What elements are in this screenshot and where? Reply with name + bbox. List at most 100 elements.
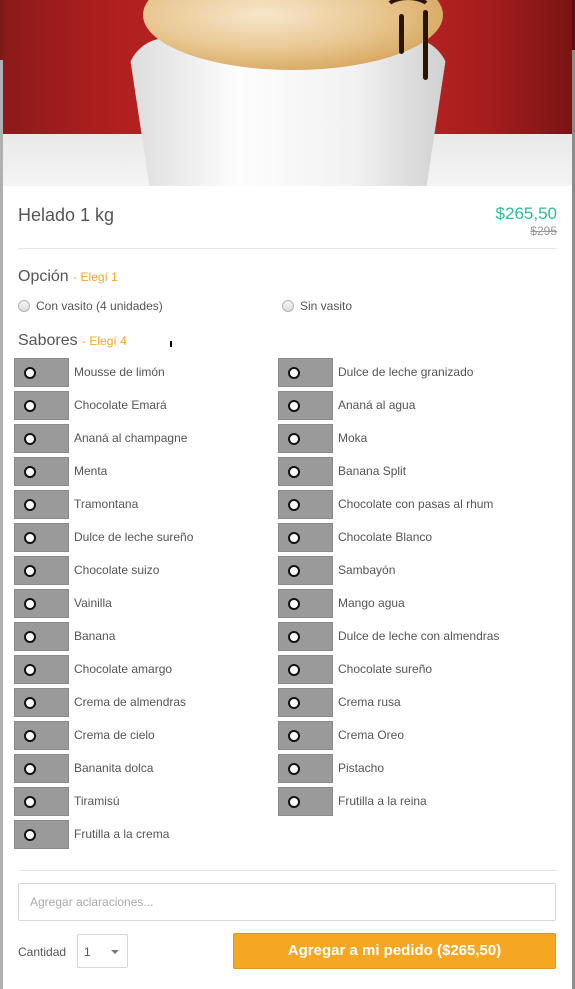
radio-icon xyxy=(288,697,300,709)
flavor-label: Mousse de limón xyxy=(74,365,165,379)
flavor-item[interactable]: Menta xyxy=(14,457,274,490)
flavor-item[interactable]: Dulce de leche con almendras xyxy=(278,622,538,655)
radio-icon xyxy=(24,400,36,412)
flavor-label: Crema de cielo xyxy=(74,728,155,742)
flavor-checkbox[interactable] xyxy=(278,721,333,750)
flavor-checkbox[interactable] xyxy=(14,820,69,849)
flavor-item[interactable]: Chocolate sureño xyxy=(278,655,538,688)
flavor-checkbox[interactable] xyxy=(14,655,69,684)
opcion-con-vasito[interactable]: Con vasito (4 unidades) xyxy=(18,298,282,314)
flavor-item[interactable]: Crema de almendras xyxy=(14,688,274,721)
flavor-item[interactable]: Chocolate Emará xyxy=(14,391,274,424)
radio-icon xyxy=(24,829,36,841)
flavor-item[interactable]: Chocolate suizo xyxy=(14,556,274,589)
radio-icon xyxy=(24,565,36,577)
radio-icon xyxy=(24,367,36,379)
flavor-label: Crema de almendras xyxy=(74,695,187,709)
flavor-item[interactable]: Ananá al champagne xyxy=(14,424,274,457)
flavor-label: Tramontana xyxy=(74,497,139,511)
flavor-item[interactable]: Chocolate con pasas al rhum xyxy=(278,490,538,523)
flavor-checkbox[interactable] xyxy=(14,358,69,387)
flavor-item[interactable]: Vainilla xyxy=(14,589,274,622)
flavor-item[interactable]: Tiramisú xyxy=(14,787,274,820)
flavor-item[interactable]: Mango agua xyxy=(278,589,538,622)
product-title: Helado 1 kg xyxy=(18,205,115,225)
flavor-checkbox[interactable] xyxy=(278,589,333,618)
flavor-item[interactable]: Ananá al agua xyxy=(278,391,538,424)
flavor-item[interactable]: Tramontana xyxy=(14,490,274,523)
flavor-label: Tiramisú xyxy=(74,794,120,808)
flavor-label: Frutilla a la reina xyxy=(338,794,427,808)
flavor-item[interactable]: Crema de cielo xyxy=(14,721,274,754)
radio-icon xyxy=(24,631,36,643)
flavor-item[interactable]: Dulce de leche sureño xyxy=(14,523,274,556)
flavor-label: Chocolate Blanco xyxy=(338,530,433,544)
flavor-label: Moka xyxy=(338,431,368,445)
radio-icon xyxy=(288,796,300,808)
radio-icon xyxy=(288,499,300,511)
flavor-item[interactable]: Chocolate Blanco xyxy=(278,523,538,556)
radio-icon xyxy=(24,433,36,445)
flavor-label: Frutilla a la crema xyxy=(74,827,170,841)
flavor-label: Banana xyxy=(74,629,116,643)
quantity-select[interactable]: 1 xyxy=(77,934,128,968)
flavor-checkbox[interactable] xyxy=(14,688,69,717)
flavor-item[interactable]: Dulce de leche granizado xyxy=(278,358,538,391)
opcion-title: Opción xyxy=(18,268,69,285)
flavor-checkbox[interactable] xyxy=(278,787,333,816)
flavor-checkbox[interactable] xyxy=(278,688,333,717)
flavor-item[interactable]: Mousse de limón xyxy=(14,358,274,391)
flavor-checkbox[interactable] xyxy=(278,655,333,684)
flavor-checkbox[interactable] xyxy=(14,556,69,585)
radio-icon xyxy=(24,532,36,544)
radio-icon xyxy=(24,664,36,676)
flavor-checkbox[interactable] xyxy=(278,358,333,387)
product-header: Helado 1 kg $265,50 $295 xyxy=(18,186,557,249)
flavor-checkbox[interactable] xyxy=(14,787,69,816)
radio-icon xyxy=(24,466,36,478)
flavor-checkbox[interactable] xyxy=(14,622,69,651)
radio-icon xyxy=(24,763,36,775)
flavor-label: Crema rusa xyxy=(338,695,401,709)
flavor-checkbox[interactable] xyxy=(14,490,69,519)
flavor-item[interactable]: Frutilla a la crema xyxy=(14,820,274,853)
flavor-item[interactable]: Crema rusa xyxy=(278,688,538,721)
flavor-item[interactable]: Chocolate amargo xyxy=(14,655,274,688)
flavor-item[interactable]: Bananita dolca xyxy=(14,754,274,787)
radio-icon[interactable] xyxy=(282,300,294,312)
flavor-checkbox[interactable] xyxy=(278,490,333,519)
flavor-item[interactable]: Sambayón xyxy=(278,556,538,589)
flavor-checkbox[interactable] xyxy=(278,457,333,486)
sabores-hint: - Elegí 4 xyxy=(82,334,127,348)
opcion-header: Opción - Elegí 1 xyxy=(18,268,557,288)
flavor-checkbox[interactable] xyxy=(278,754,333,783)
radio-icon xyxy=(24,730,36,742)
radio-icon xyxy=(288,730,300,742)
flavor-checkbox[interactable] xyxy=(278,556,333,585)
flavor-checkbox[interactable] xyxy=(278,424,333,453)
flavor-checkbox[interactable] xyxy=(14,523,69,552)
product-price: $265,50 xyxy=(495,204,557,223)
flavor-checkbox[interactable] xyxy=(14,424,69,453)
flavor-checkbox[interactable] xyxy=(14,754,69,783)
flavor-checkbox[interactable] xyxy=(14,589,69,618)
flavor-label: Mango agua xyxy=(338,596,405,610)
flavor-label: Dulce de leche con almendras xyxy=(338,629,500,643)
flavor-item[interactable]: Moka xyxy=(278,424,538,457)
flavor-item[interactable]: Banana xyxy=(14,622,274,655)
flavor-checkbox[interactable] xyxy=(278,391,333,420)
add-to-order-button[interactable]: Agregar a mi pedido ($265,50) xyxy=(233,933,556,969)
flavor-item[interactable]: Crema Oreo xyxy=(278,721,538,754)
flavor-checkbox[interactable] xyxy=(14,391,69,420)
flavor-checkbox[interactable] xyxy=(278,622,333,651)
flavor-checkbox[interactable] xyxy=(14,721,69,750)
flavor-checkbox[interactable] xyxy=(14,457,69,486)
flavor-item[interactable]: Frutilla a la reina xyxy=(278,787,538,820)
radio-icon[interactable] xyxy=(18,300,30,312)
flavor-item[interactable]: Pistacho xyxy=(278,754,538,787)
flavor-checkbox[interactable] xyxy=(278,523,333,552)
notes-input[interactable]: Agregar aclaraciones... xyxy=(18,883,556,921)
flavor-item[interactable]: Banana Split xyxy=(278,457,538,490)
flavor-label: Vainilla xyxy=(74,596,112,610)
opcion-sin-vasito[interactable]: Sin vasito xyxy=(282,298,546,314)
